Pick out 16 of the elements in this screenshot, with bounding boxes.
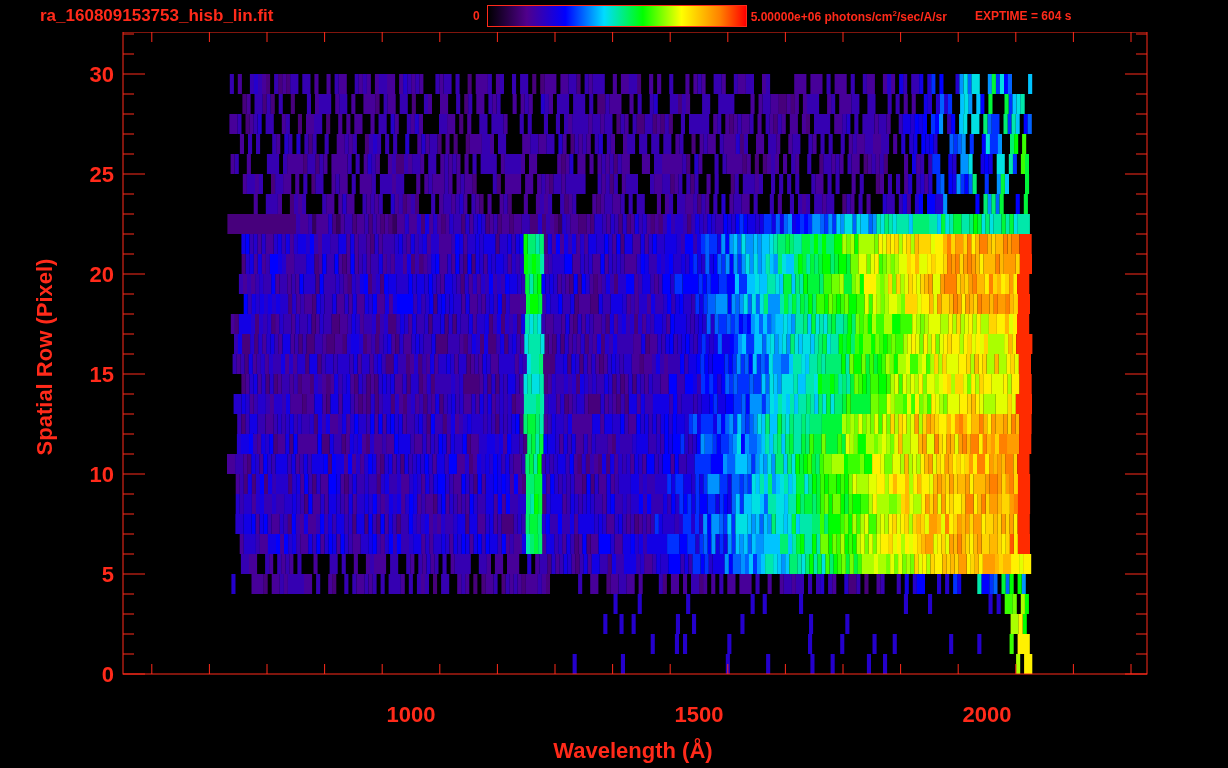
y-axis-tick-label: 5 [101, 562, 114, 587]
y-axis-tick-label: 20 [89, 262, 114, 287]
x-axis-tick-label: 1500 [674, 702, 724, 727]
y-axis-title: Spatial Row (Pixel) [32, 258, 57, 456]
x-axis-tick-label: 2000 [962, 702, 1012, 727]
colorbar-max-label: 5.00000e+06 photons/cm$^{2}$/sec/A/sr [750, 8, 947, 24]
y-axis-tick-label: 30 [89, 62, 114, 87]
x-axis-tick-label: 1000 [386, 702, 436, 727]
x-axis-title: Wavelength (Å) [553, 738, 713, 763]
y-axis-tick-label: 10 [89, 462, 114, 487]
y-axis-tick-label: 15 [89, 362, 114, 387]
colorbar-min-label: 0 [473, 9, 480, 23]
file-title: ra_160809153753_hisb_lin.fit [40, 6, 275, 26]
y-axis-tick-label: 25 [89, 162, 114, 187]
y-axis-tick-label: 0 [101, 662, 114, 687]
exposure-time: EXPTIME = 604 s [974, 9, 1072, 23]
